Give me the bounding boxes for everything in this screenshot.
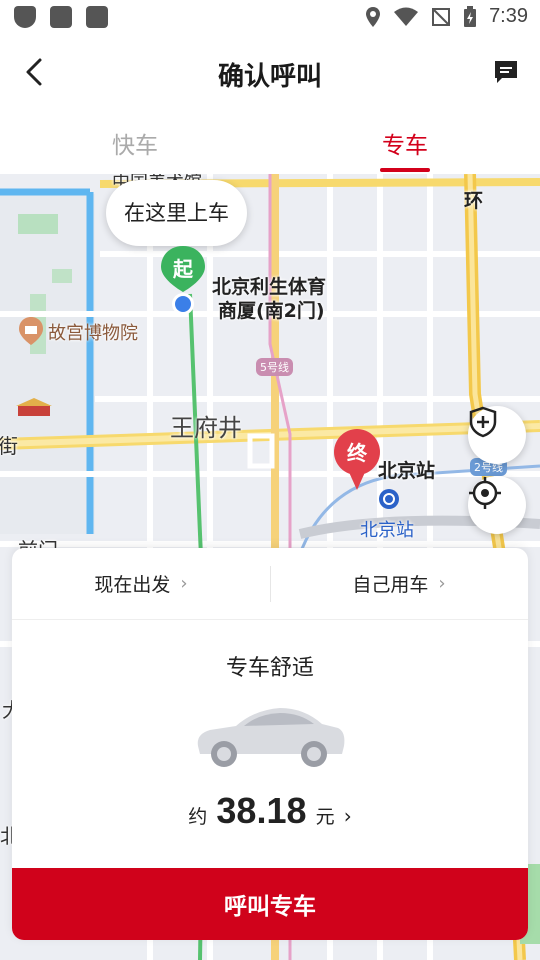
rider-label: 自己用车	[352, 574, 429, 596]
status-left-icons	[14, 6, 108, 28]
locate-button[interactable]	[468, 476, 526, 534]
message-icon[interactable]	[492, 58, 520, 86]
car-type-label: 专车舒适	[225, 656, 314, 681]
map-label-destination: 北京站	[378, 460, 436, 482]
map-label-pickup-line1: 北京利生体育	[212, 276, 327, 298]
ride-options: 现在出发 › 自己用车 ›	[12, 548, 528, 620]
line5-badge: 5号线	[256, 358, 293, 376]
wifi-icon	[394, 7, 419, 26]
battery-charging-icon	[464, 5, 477, 27]
safety-shield-icon	[469, 406, 497, 438]
end-marker-label: 终	[347, 441, 367, 465]
price-value: 38.18	[216, 790, 307, 831]
map-label-palace-museum[interactable]: 故宫博物院	[48, 319, 138, 345]
locate-crosshair-icon	[469, 477, 501, 509]
app-notification-icon	[86, 6, 108, 28]
car-icon	[197, 708, 345, 767]
map-label-street: 街	[0, 434, 18, 458]
safety-button[interactable]	[468, 406, 526, 464]
shield-notification-icon	[14, 6, 36, 28]
page-title: 确认呼叫	[217, 62, 322, 92]
pickup-bubble[interactable]: 在这里上车	[106, 180, 247, 246]
start-marker[interactable]: 起	[158, 244, 208, 315]
price-prefix: 约	[188, 806, 208, 828]
ride-card: 现在出发 › 自己用车 › 专车舒适 约 38.18 元 › 呼叫专车	[12, 548, 528, 940]
depart-time-option[interactable]: 现在出发 ›	[12, 548, 270, 619]
palace-poi-icon	[19, 317, 43, 345]
price-estimate[interactable]: 约 38.18 元 ›	[12, 790, 528, 832]
chevron-right-icon: ›	[180, 573, 188, 594]
map-label-ring: 环	[464, 190, 484, 212]
price-unit: 元	[315, 806, 335, 828]
rider-option[interactable]: 自己用车 ›	[270, 548, 528, 619]
status-time: 7:39	[489, 5, 528, 27]
header-bar: 确认呼叫	[0, 38, 540, 108]
depart-time-label: 现在出发	[94, 574, 171, 596]
map-label-wangfujing: 王府井	[170, 414, 242, 442]
map-label-subway-station: 北京站	[360, 520, 414, 541]
end-marker[interactable]: 终	[332, 428, 382, 490]
status-bar: 7:39	[0, 0, 540, 38]
start-marker-label: 起	[173, 257, 193, 281]
map-label-pickup-line2: 商厦(南2门)	[218, 300, 325, 322]
no-signal-icon	[432, 7, 451, 26]
status-right-icons: 7:39	[365, 5, 528, 28]
service-tabs: 快车 专车	[0, 108, 540, 174]
call-car-button[interactable]: 呼叫专车	[12, 868, 528, 940]
chevron-right-icon: ›	[343, 804, 352, 828]
tiananmen-icon	[16, 398, 52, 416]
tab-premier[interactable]: 专车	[270, 108, 540, 174]
tab-express[interactable]: 快车	[0, 108, 270, 174]
image-notification-icon	[50, 6, 72, 28]
location-icon	[366, 6, 381, 27]
chevron-right-icon: ›	[438, 573, 446, 594]
